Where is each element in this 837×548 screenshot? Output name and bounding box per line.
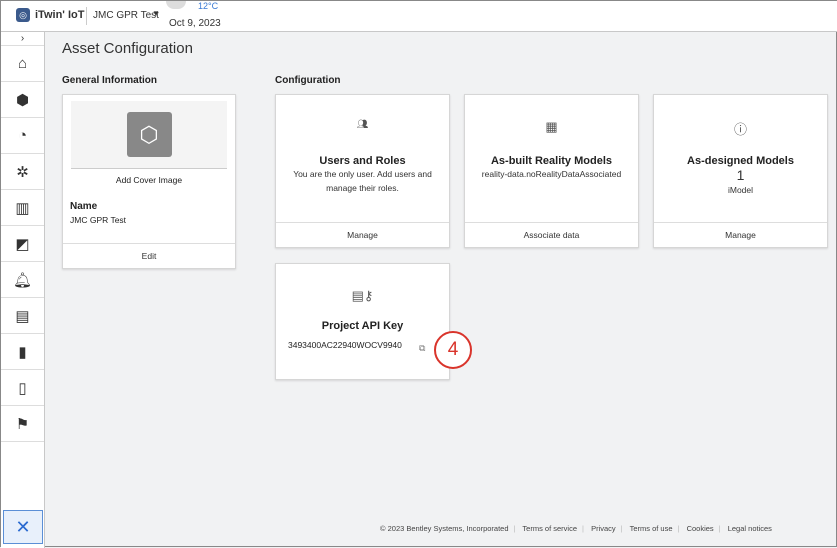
itwin-logo-icon: ◎ xyxy=(16,8,30,22)
map-icon[interactable]: ◩ xyxy=(1,226,44,262)
date: Oct 9, 2023 xyxy=(169,18,221,29)
home-icon[interactable]: ⌂ xyxy=(1,46,44,82)
divider xyxy=(86,7,87,25)
imodel-info-icon: ⓘ xyxy=(733,122,747,137)
card-title: Project API Key xyxy=(321,320,404,332)
edit-button[interactable]: Edit xyxy=(63,243,235,268)
weather-temp: 12°C xyxy=(198,1,219,11)
card-title: As-designed Models xyxy=(687,155,794,167)
gauge-icon[interactable]: ◔ xyxy=(1,118,44,154)
imodel-count: 1 xyxy=(736,167,745,183)
manage-models-button[interactable]: Manage xyxy=(654,222,827,247)
asset-icon: ⬡ xyxy=(126,112,172,157)
api-key-icon: ▤⚷ xyxy=(351,288,374,303)
clipboard-icon[interactable]: ▤ xyxy=(1,298,44,334)
flag-icon[interactable]: ⚑ xyxy=(1,406,44,442)
general-info-card: ⬡ Add Cover Image Name JMC GPR Test Edit xyxy=(62,94,236,269)
footer: © 2023 Bentley Systems, Incorporated | Te… xyxy=(380,524,772,533)
card-desc: reality-data.noRealityDataAssociated xyxy=(481,169,622,179)
terms-of-use-link[interactable]: Terms of use xyxy=(630,524,673,533)
api-key-card: ▤⚷ Project API Key 3493400AC22940WOCV994… xyxy=(275,263,450,380)
manage-users-button[interactable]: Manage xyxy=(276,222,449,247)
designed-models-card: ⓘ As-designed Models 1 iModel Manage xyxy=(653,94,828,248)
general-heading: General Information xyxy=(62,75,158,86)
cloud-icon xyxy=(166,1,186,9)
users-roles-card: 👥︎ Users and Roles You are the only user… xyxy=(275,94,450,248)
terms-of-service-link[interactable]: Terms of service xyxy=(522,524,577,533)
document-icon[interactable]: ▮ xyxy=(1,334,44,370)
users-icon: 👥︎ xyxy=(356,119,369,129)
document-2-icon[interactable]: ▯ xyxy=(1,370,44,406)
name-label: Name xyxy=(70,201,98,212)
cookies-link[interactable]: Cookies xyxy=(687,524,714,533)
copy-icon[interactable]: ⧉ xyxy=(419,343,425,354)
chevron-down-icon[interactable]: ▼ xyxy=(152,9,160,18)
card-desc: iModel xyxy=(727,185,754,195)
reality-model-icon: ▦ xyxy=(545,119,558,134)
legal-notices-link[interactable]: Legal notices xyxy=(728,524,772,533)
cube-icon[interactable]: ⬢ xyxy=(1,82,44,118)
card-title: As-built Reality Models xyxy=(490,155,613,167)
bar-chart-icon[interactable]: ▥ xyxy=(1,190,44,226)
annotation-badge: 4 xyxy=(434,331,472,369)
card-desc: You are the only user. Add users and man… xyxy=(293,169,432,193)
add-cover-image-button[interactable]: Add Cover Image xyxy=(63,175,235,185)
tools-icon[interactable]: ✕ xyxy=(3,510,43,544)
associate-data-button[interactable]: Associate data xyxy=(465,222,638,247)
brand: iTwin' IoT xyxy=(35,9,85,21)
name-value: JMC GPR Test xyxy=(70,215,127,225)
cover-image-placeholder[interactable]: ⬡ xyxy=(71,101,227,169)
reality-models-card: ▦ As-built Reality Models reality-data.n… xyxy=(464,94,639,248)
config-heading: Configuration xyxy=(275,75,341,86)
card-title: Users and Roles xyxy=(319,155,406,167)
expand-sidebar-button[interactable]: › xyxy=(1,32,44,46)
network-icon[interactable]: ✲ xyxy=(1,154,44,190)
privacy-link[interactable]: Privacy xyxy=(591,524,616,533)
copyright: © 2023 Bentley Systems, Incorporated xyxy=(380,524,509,533)
top-bar: ◎ iTwin' IoT JMC GPR Test ▼ 12°C Oct 9, … xyxy=(1,1,837,32)
page-title: Asset Configuration xyxy=(62,40,193,57)
sidebar: › ⌂ ⬢ ◔ ✲ ▥ ◩ 🔔︎ ▤ ▮ ▯ ⚑ ✕ xyxy=(1,32,45,548)
alert-settings-icon[interactable]: 🔔︎ xyxy=(1,262,44,298)
project-selector[interactable]: JMC GPR Test xyxy=(93,10,159,21)
